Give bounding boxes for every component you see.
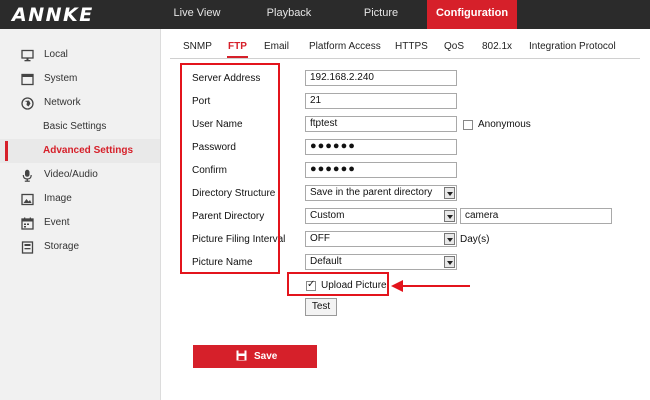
interval-unit-label: Day(s) [460, 234, 490, 245]
directory-structure-value: Save in the parent directory [310, 187, 433, 198]
chevron-down-icon[interactable] [444, 256, 455, 268]
tab-divider [170, 58, 640, 59]
nav-playback[interactable]: Playback [250, 0, 328, 29]
picture-filing-interval-select[interactable]: OFF [305, 231, 457, 247]
sidebar-item-label: Event [44, 217, 70, 228]
tab-qos[interactable]: QoS [444, 41, 464, 52]
floppy-disk-icon [236, 350, 247, 361]
picture-name-value: Default [310, 256, 342, 267]
tab-platform-access[interactable]: Platform Access [309, 41, 381, 52]
directory-structure-select[interactable]: Save in the parent directory [305, 185, 457, 201]
sidebar-item-label: Advanced Settings [43, 145, 134, 156]
test-button[interactable]: Test [305, 298, 337, 316]
picture-filing-interval-value: OFF [310, 233, 330, 244]
top-navigation-bar: ANNKE Live View Playback Picture Configu… [0, 0, 650, 29]
sidebar-item-image[interactable]: Image [0, 187, 160, 211]
sidebar-item-label: System [44, 73, 78, 84]
anonymous-checkbox[interactable] [463, 120, 473, 130]
tab-ftp[interactable]: FTP [228, 41, 247, 52]
microphone-icon [22, 169, 32, 182]
tab-email[interactable]: Email [264, 41, 289, 52]
tab-integration-protocol[interactable]: Integration Protocol [529, 41, 616, 52]
sidebar-item-label: Storage [44, 241, 80, 252]
nav-live-view[interactable]: Live View [160, 0, 234, 29]
parent-directory-select[interactable]: Custom [305, 208, 457, 224]
annotation-arrow-icon [391, 280, 470, 292]
sidebar-item-event[interactable]: Event [0, 211, 160, 235]
anonymous-label: Anonymous [478, 119, 531, 130]
nav-configuration[interactable]: Configuration [427, 0, 517, 29]
port-input[interactable]: 21 [305, 93, 457, 109]
tab-https[interactable]: HTTPS [395, 41, 428, 52]
selected-indicator [5, 141, 8, 161]
sidebar-item-label: Image [44, 193, 72, 204]
custom-directory-input[interactable]: camera [460, 208, 612, 224]
parent-directory-value: Custom [310, 210, 345, 221]
sidebar-item-local[interactable]: Local [0, 43, 160, 67]
nav-picture[interactable]: Picture [345, 0, 417, 29]
labels-highlight-box [180, 63, 280, 274]
image-icon [21, 193, 34, 206]
globe-icon [21, 97, 34, 110]
sidebar-item-label: Basic Settings [43, 121, 107, 132]
monitor-icon [21, 49, 34, 62]
sidebar-item-label: Network [44, 97, 81, 108]
sidebar-item-label: Video/Audio [44, 169, 98, 180]
confirm-password-input[interactable]: ●●●●●● [305, 162, 457, 178]
server-address-input[interactable]: 192.168.2.240 [305, 70, 457, 86]
system-window-icon [21, 73, 34, 86]
chevron-down-icon[interactable] [444, 210, 455, 222]
sidebar-item-storage[interactable]: Storage [0, 235, 160, 259]
password-input[interactable]: ●●●●●● [305, 139, 457, 155]
tab-8021x[interactable]: 802.1x [482, 41, 512, 52]
save-button-label: Save [254, 351, 278, 362]
chevron-down-icon[interactable] [444, 187, 455, 199]
sidebar: Local System Network Basic Settings Adva… [0, 29, 161, 400]
upload-picture-highlight-box [287, 272, 389, 296]
sidebar-item-basic-settings[interactable]: Basic Settings [0, 115, 160, 139]
tab-snmp[interactable]: SNMP [183, 41, 212, 52]
sidebar-item-system[interactable]: System [0, 67, 160, 91]
annke-logo: ANNKE [12, 4, 94, 26]
user-name-input[interactable]: ftptest [305, 116, 457, 132]
calendar-icon [21, 217, 34, 230]
picture-name-select[interactable]: Default [305, 254, 457, 270]
chevron-down-icon[interactable] [444, 233, 455, 245]
sidebar-item-label: Local [44, 49, 68, 60]
storage-icon [21, 241, 34, 254]
sidebar-item-network[interactable]: Network [0, 91, 160, 115]
save-button[interactable]: Save [193, 345, 317, 368]
sidebar-item-video-audio[interactable]: Video/Audio [0, 163, 160, 187]
sidebar-item-advanced-settings[interactable]: Advanced Settings [0, 139, 160, 163]
